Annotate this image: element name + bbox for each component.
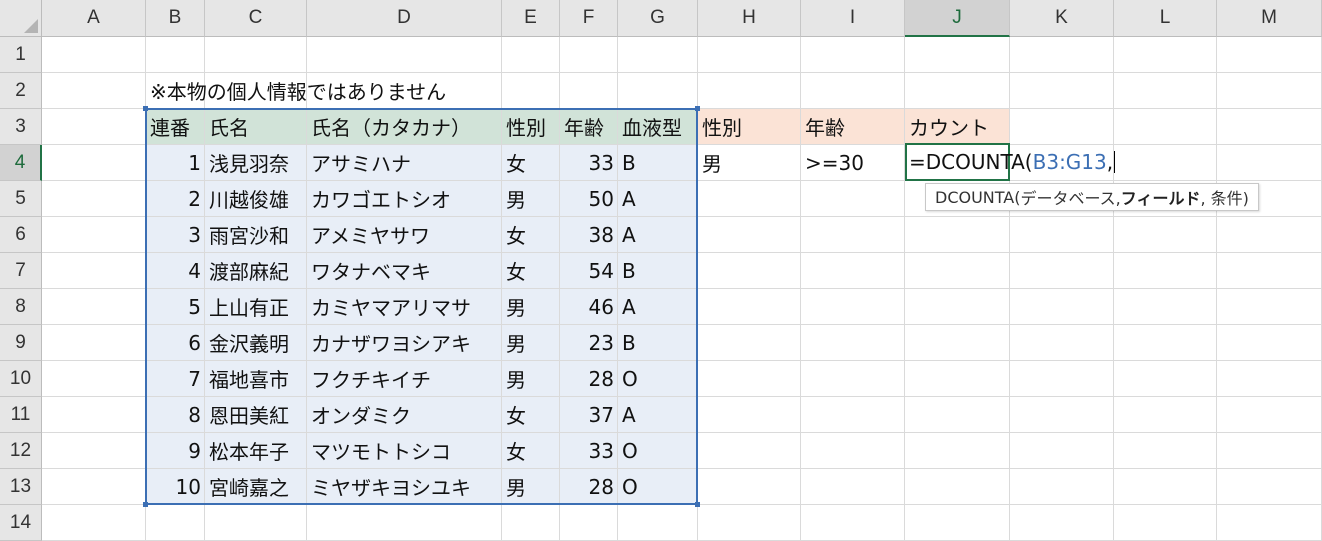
row-header-10[interactable]: 10 <box>0 361 42 397</box>
row-header-7[interactable]: 7 <box>0 253 42 289</box>
column-header-B[interactable]: B <box>146 0 205 37</box>
row-header-13[interactable]: 13 <box>0 469 42 505</box>
tooltip-arg-criteria[interactable]: , 条件) <box>1200 185 1248 209</box>
criteria-value-age[interactable]: >=30 <box>801 145 905 180</box>
criteria-header-age[interactable]: 年齢 <box>801 109 905 144</box>
spreadsheet-grid[interactable]: ABCDEFGHIJKLM 1 2 3 4 5 6 7 8 9 10 11 12 13 14 ※本物の個人… <box>0 0 1322 541</box>
row-header-6[interactable]: 6 <box>0 217 42 253</box>
column-header-A[interactable]: A <box>42 0 146 37</box>
select-all-corner[interactable] <box>0 0 42 37</box>
column-header-E[interactable]: E <box>502 0 560 37</box>
row-header-11[interactable]: 11 <box>0 397 42 433</box>
range-handle-br[interactable] <box>695 502 700 507</box>
row-header-14[interactable]: 14 <box>0 505 42 541</box>
row-header-2[interactable]: 2 <box>0 73 42 109</box>
row-header-3[interactable]: 3 <box>0 109 42 145</box>
cell-B2-note[interactable]: ※本物の個人情報ではありません <box>146 73 446 108</box>
text-caret <box>1114 151 1116 173</box>
formula-suffix: , <box>1106 150 1114 174</box>
column-header-C[interactable]: C <box>205 0 307 37</box>
column-header-F[interactable]: F <box>560 0 618 37</box>
formula-prefix: =DCOUNTA( <box>909 150 1033 174</box>
formula-range-highlight <box>145 108 698 505</box>
criteria-header-gender[interactable]: 性別 <box>698 109 801 144</box>
criteria-value-gender[interactable]: 男 <box>698 145 801 180</box>
gridline-vertical <box>1113 37 1114 541</box>
criteria-header-count[interactable]: カウント <box>905 109 1010 144</box>
function-argument-tooltip[interactable]: DCOUNTA(データベース, フィールド, 条件) <box>925 183 1259 211</box>
row-header-9[interactable]: 9 <box>0 325 42 361</box>
row-header-12[interactable]: 12 <box>0 433 42 469</box>
range-handle-tl[interactable] <box>143 106 148 111</box>
column-header-K[interactable]: K <box>1010 0 1114 37</box>
formula-range-ref: B3:G13 <box>1032 150 1107 174</box>
range-handle-tr[interactable] <box>695 106 700 111</box>
tooltip-arg-field-current[interactable]: フィールド <box>1121 185 1201 209</box>
row-header-5[interactable]: 5 <box>0 181 42 217</box>
tooltip-arg-database[interactable]: データベース, <box>1020 185 1120 209</box>
column-header-G[interactable]: G <box>618 0 698 37</box>
column-header-I[interactable]: I <box>801 0 905 37</box>
cell-formula-editor[interactable]: =DCOUNTA(B3:G13, <box>909 145 1116 179</box>
tooltip-func[interactable]: DCOUNTA( <box>935 188 1020 207</box>
column-header-L[interactable]: L <box>1114 0 1217 37</box>
row-header-1[interactable]: 1 <box>0 37 42 73</box>
row-header-4[interactable]: 4 <box>0 145 42 181</box>
range-handle-bl[interactable] <box>143 502 148 507</box>
column-header-J[interactable]: J <box>905 0 1010 37</box>
column-header-M[interactable]: M <box>1217 0 1322 37</box>
column-header-D[interactable]: D <box>307 0 502 37</box>
gridline-vertical <box>1216 37 1217 541</box>
row-header-8[interactable]: 8 <box>0 289 42 325</box>
column-header-H[interactable]: H <box>698 0 801 37</box>
